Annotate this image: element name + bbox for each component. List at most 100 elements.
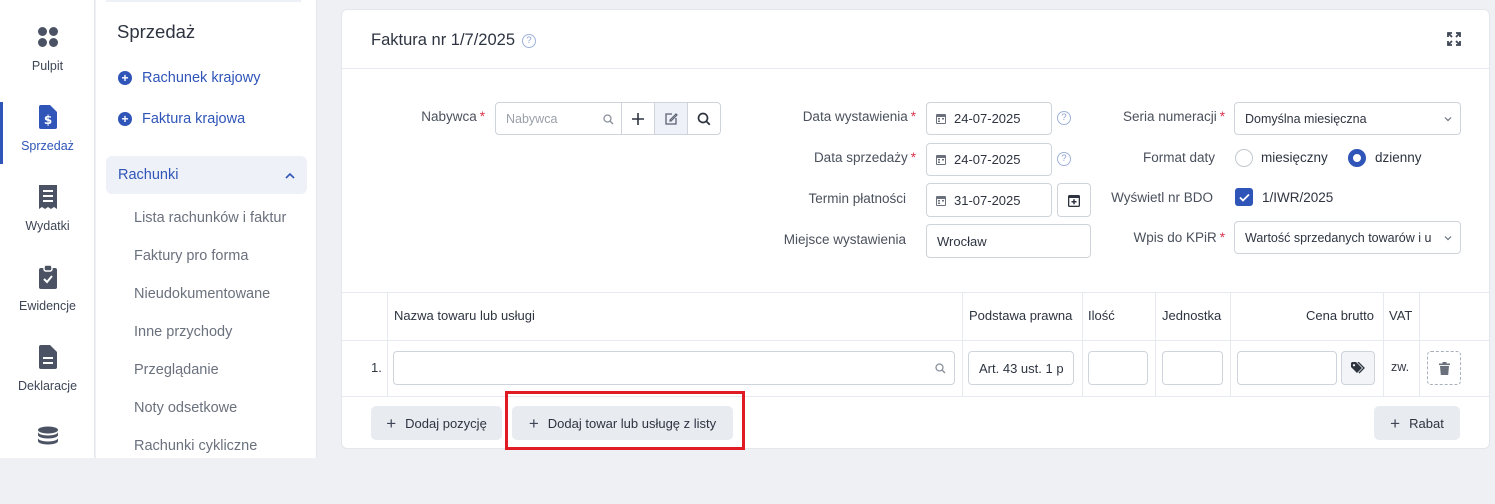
rail-label: Wydatki [25, 219, 70, 233]
invoice-card: Faktura nr 1/7/2025 ? Nabywca * Nabywca D… [341, 9, 1490, 449]
buyer-input[interactable]: Nabywca [495, 102, 622, 135]
submenu-link-noty[interactable]: Noty odsetkowe [134, 400, 237, 416]
divider [1155, 292, 1156, 396]
col-header-price: Cena brutto [1306, 308, 1374, 323]
document-icon [35, 344, 61, 370]
gross-price-input[interactable] [1237, 351, 1337, 385]
plus-icon: + [386, 413, 397, 433]
col-header-qty: Ilość [1088, 308, 1115, 323]
plus-circle-icon: + [118, 112, 132, 126]
unit-input[interactable] [1162, 351, 1223, 385]
edit-buyer-button[interactable] [654, 102, 688, 135]
kpir-label: Wpis do KPiR * [1133, 230, 1225, 245]
place-input[interactable]: Wrocław [926, 224, 1091, 258]
submenu-link-pro-forma[interactable]: Faktury pro forma [134, 248, 248, 264]
chevron-up-icon [285, 167, 295, 183]
search-buyer-button[interactable] [687, 102, 721, 135]
clipboard-icon [35, 264, 61, 290]
bdo-value: 1/IWR/2025 [1262, 190, 1334, 205]
trash-icon [1438, 361, 1450, 375]
submenu-title: Sprzedaż [117, 21, 196, 42]
divider [342, 292, 1489, 293]
rail-item-sprzedaz[interactable]: $ Sprzedaż [0, 102, 95, 184]
col-header-vat: VAT [1389, 308, 1413, 323]
quick-add-label: Rachunek krajowy [142, 70, 261, 86]
buyer-label: Nabywca * [421, 109, 485, 124]
divider [342, 396, 1489, 397]
col-header-basis: Podstawa prawna [969, 308, 1073, 323]
radio-label: miesięczny [1261, 150, 1328, 165]
sales-submenu: Sprzedaż + Rachunek krajowy + Faktura kr… [96, 0, 317, 458]
divider [106, 0, 301, 2]
grid-icon [35, 24, 61, 50]
place-label: Miejsce wystawienia [783, 232, 906, 247]
calendar-add-icon [1068, 194, 1080, 207]
divider [387, 292, 388, 396]
delete-row-button[interactable] [1427, 351, 1461, 385]
issue-date-input[interactable]: 24-07-2025 [926, 102, 1052, 135]
divider [1230, 292, 1231, 396]
quick-add-rachunek-krajowy[interactable]: + Rachunek krajowy [118, 70, 260, 86]
rail-label: Sprzedaż [21, 139, 74, 153]
bdo-label: Wyświetl nr BDO [1111, 190, 1213, 205]
rail-item-ewidencje[interactable]: Ewidencje [0, 264, 95, 344]
date-format-radio-monthly[interactable] [1235, 149, 1253, 167]
plus-icon: + [528, 413, 539, 433]
submenu-link-lista[interactable]: Lista rachunków i faktur [134, 210, 286, 226]
rail-label: Pulpit [31, 59, 64, 73]
icon-rail: Pulpit $ Sprzedaż Wydatki Ewidencje Dekl… [0, 0, 95, 458]
col-header-name: Nazwa towaru lub usługi [394, 308, 535, 323]
plus-icon [632, 112, 644, 125]
group-label: Rachunki [118, 167, 179, 183]
help-icon[interactable]: ? [522, 33, 537, 48]
submenu-link-przegladanie[interactable]: Przeglądanie [134, 362, 219, 378]
divider [1383, 292, 1384, 396]
rail-item-pulpit[interactable]: Pulpit [0, 24, 95, 104]
vat-rate: zw. [1391, 360, 1410, 374]
help-icon[interactable]: ? [1057, 152, 1071, 166]
edit-icon [665, 112, 678, 125]
legal-basis-select[interactable]: Art. 43 ust. 1 p [968, 351, 1074, 385]
chevron-down-icon [1444, 116, 1452, 121]
rail-label: Deklaracje [17, 379, 78, 393]
rail-item-deklaracje[interactable]: Deklaracje [0, 344, 95, 424]
price-tag-button[interactable] [1341, 351, 1375, 385]
date-format-radio-daily[interactable] [1348, 149, 1366, 167]
discount-button[interactable]: + Rabat [1374, 406, 1460, 440]
rail-item-wydatki[interactable]: Wydatki [0, 184, 95, 264]
page-title: Faktura nr 1/7/2025 ? [371, 31, 537, 50]
search-icon [697, 112, 711, 125]
add-position-button[interactable]: + Dodaj pozycję [371, 406, 502, 440]
due-date-input[interactable]: 31-07-2025 [926, 183, 1052, 217]
quantity-input[interactable] [1088, 351, 1148, 385]
chevron-down-icon [1444, 235, 1452, 240]
help-icon[interactable]: ? [1057, 111, 1071, 125]
sale-date-label: Data sprzedaży * [813, 150, 916, 165]
plus-circle-icon: + [118, 71, 132, 85]
submenu-group-rachunki[interactable]: Rachunki [106, 156, 307, 194]
series-label: Seria numeracji * [1122, 109, 1225, 124]
submenu-link-cykliczne[interactable]: Rachunki cykliczne [134, 438, 257, 454]
divider [1082, 292, 1083, 396]
series-select[interactable]: Domyślna miesięczna [1234, 102, 1461, 135]
add-buyer-button[interactable] [621, 102, 655, 135]
submenu-link-inne-przychody[interactable]: Inne przychody [134, 324, 232, 340]
check-icon [1238, 193, 1250, 202]
expand-icon[interactable] [1447, 32, 1461, 46]
divider [962, 292, 963, 396]
add-from-list-button[interactable]: + Dodaj towar lub usługę z listy [512, 406, 733, 440]
submenu-link-nieudokumentowane[interactable]: Nieudokumentowane [134, 286, 270, 302]
radio-label: dzienny [1375, 150, 1422, 165]
divider [342, 68, 1489, 69]
bdo-checkbox[interactable] [1235, 188, 1253, 206]
due-date-picker-button[interactable] [1057, 183, 1091, 217]
sale-date-input[interactable]: 24-07-2025 [926, 143, 1052, 176]
dollar-document-icon: $ [35, 104, 61, 130]
rail-item-coins[interactable] [0, 424, 95, 504]
item-name-input[interactable] [393, 351, 955, 385]
rail-label: Ewidencje [19, 299, 76, 313]
calendar-icon [936, 114, 946, 124]
kpir-select[interactable]: Wartość sprzedanych towarów i u [1234, 221, 1461, 254]
svg-text:$: $ [43, 113, 51, 127]
quick-add-faktura-krajowa[interactable]: + Faktura krajowa [118, 111, 245, 127]
